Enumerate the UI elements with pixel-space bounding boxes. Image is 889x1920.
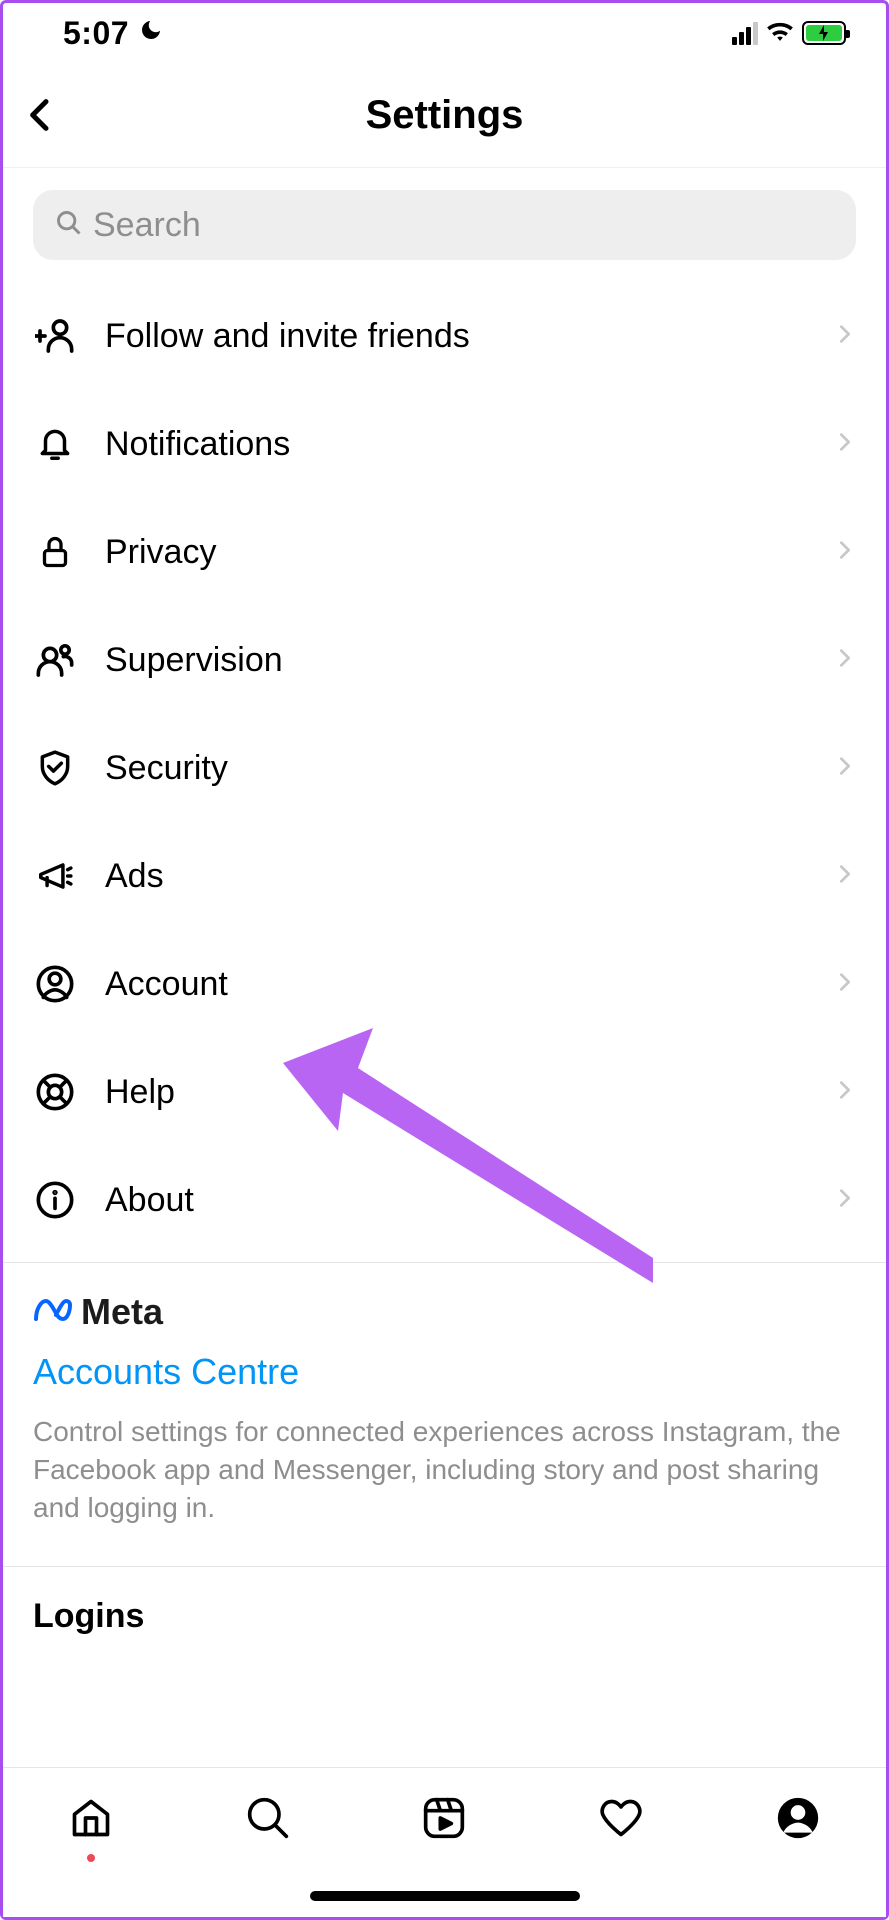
search-section	[3, 168, 886, 282]
search-icon	[55, 209, 83, 242]
row-help[interactable]: Help	[3, 1038, 886, 1146]
row-label: Help	[105, 1073, 806, 1112]
bell-icon	[33, 422, 77, 466]
meta-section: Meta Accounts Centre Control settings fo…	[3, 1263, 886, 1567]
search-input[interactable]	[93, 206, 834, 245]
row-label: Follow and invite friends	[105, 317, 806, 356]
chevron-right-icon	[834, 431, 856, 458]
back-button[interactable]	[17, 91, 65, 139]
row-label: Ads	[105, 857, 806, 896]
add-person-icon	[33, 314, 77, 358]
chevron-right-icon	[834, 755, 856, 782]
lock-icon	[33, 530, 77, 574]
accounts-centre-link[interactable]: Accounts Centre	[33, 1351, 856, 1393]
wifi-icon	[766, 20, 794, 47]
row-security[interactable]: Security	[3, 714, 886, 822]
lifebuoy-icon	[33, 1070, 77, 1114]
status-time: 5:07	[63, 15, 129, 52]
row-about[interactable]: About	[3, 1146, 886, 1254]
row-supervision[interactable]: Supervision	[3, 606, 886, 714]
row-notifications[interactable]: Notifications	[3, 390, 886, 498]
home-indicator	[310, 1891, 580, 1901]
status-bar: 5:07	[3, 3, 886, 63]
chevron-right-icon	[834, 1079, 856, 1106]
chevron-right-icon	[834, 539, 856, 566]
notification-dot-icon	[87, 1854, 95, 1862]
chevron-right-icon	[834, 971, 856, 998]
meta-description: Control settings for connected experienc…	[33, 1413, 856, 1526]
people-icon	[33, 638, 77, 682]
row-privacy[interactable]: Privacy	[3, 498, 886, 606]
row-label: Privacy	[105, 533, 806, 572]
nav-header: Settings	[3, 63, 886, 168]
row-label: Supervision	[105, 641, 806, 680]
status-right	[732, 20, 846, 47]
chevron-right-icon	[834, 323, 856, 350]
meta-brand: Meta	[33, 1291, 856, 1333]
shield-icon	[33, 746, 77, 790]
row-account[interactable]: Account	[3, 930, 886, 1038]
row-follow-invite[interactable]: Follow and invite friends	[3, 282, 886, 390]
cellular-signal-icon	[732, 22, 758, 45]
row-ads[interactable]: Ads	[3, 822, 886, 930]
meta-brand-text: Meta	[81, 1291, 163, 1333]
do-not-disturb-icon	[139, 18, 163, 49]
meta-logo-icon	[33, 1291, 73, 1333]
tab-home[interactable]	[63, 1790, 119, 1846]
tab-reels[interactable]	[416, 1790, 472, 1846]
settings-list: Follow and invite friends Notifications …	[3, 282, 886, 1263]
page-title: Settings	[366, 93, 524, 138]
row-label: About	[105, 1181, 806, 1220]
tab-profile[interactable]	[770, 1790, 826, 1846]
chevron-right-icon	[834, 1187, 856, 1214]
status-left: 5:07	[63, 15, 163, 52]
logins-title: Logins	[33, 1597, 856, 1636]
info-icon	[33, 1178, 77, 1222]
chevron-right-icon	[834, 647, 856, 674]
account-circle-icon	[33, 962, 77, 1006]
search-box[interactable]	[33, 190, 856, 260]
row-label: Account	[105, 965, 806, 1004]
tab-search[interactable]	[240, 1790, 296, 1846]
logins-section: Logins	[3, 1567, 886, 1656]
row-label: Security	[105, 749, 806, 788]
tabbar	[3, 1767, 886, 1917]
row-label: Notifications	[105, 425, 806, 464]
chevron-right-icon	[834, 863, 856, 890]
battery-charging-icon	[802, 21, 846, 45]
megaphone-icon	[33, 854, 77, 898]
tab-activity[interactable]	[593, 1790, 649, 1846]
